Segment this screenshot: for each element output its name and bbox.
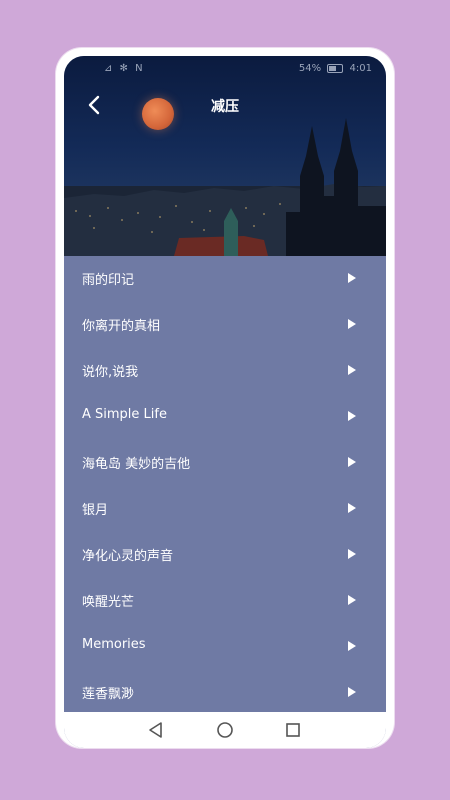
track-item[interactable]: 莲香飘渺 bbox=[64, 670, 386, 716]
nav-recent-apps-icon[interactable] bbox=[283, 720, 303, 740]
battery-icon bbox=[327, 63, 344, 73]
track-label: 银月 bbox=[82, 503, 109, 518]
status-bar: ⊿ ✻ N 54% 4:01 bbox=[64, 56, 386, 80]
play-icon bbox=[348, 319, 356, 329]
track-label: 你离开的真相 bbox=[82, 319, 161, 334]
play-icon bbox=[348, 641, 356, 651]
track-item[interactable]: A Simple Life bbox=[64, 394, 386, 440]
play-icon bbox=[348, 457, 356, 467]
track-list: 雨的印记 你离开的真相 说你,说我 A Simple Life 海龟岛 美妙的吉… bbox=[64, 256, 386, 712]
nav-home-icon[interactable] bbox=[215, 720, 235, 740]
screen: ⊿ ✻ N 54% 4:01 减压 雨的印记 你离开的真相 说你,说我 A Si… bbox=[64, 56, 386, 748]
play-icon bbox=[348, 549, 356, 559]
header-image: ⊿ ✻ N 54% 4:01 减压 bbox=[64, 56, 386, 256]
city-skyline-image bbox=[64, 118, 386, 256]
track-item[interactable]: 说你,说我 bbox=[64, 348, 386, 394]
track-label: 海龟岛 美妙的吉他 bbox=[82, 457, 191, 472]
play-icon bbox=[348, 687, 356, 697]
clock: 4:01 bbox=[349, 63, 372, 74]
track-label: 说你,说我 bbox=[82, 365, 139, 380]
track-label: 莲香飘渺 bbox=[82, 687, 135, 702]
track-item[interactable]: 唤醒光芒 bbox=[64, 578, 386, 624]
play-icon bbox=[348, 503, 356, 513]
battery-percent: 54% bbox=[298, 63, 322, 74]
track-label: 净化心灵的声音 bbox=[82, 549, 174, 564]
track-label: 唤醒光芒 bbox=[82, 595, 135, 610]
nav-back-icon[interactable] bbox=[146, 720, 166, 740]
page-title: 减压 bbox=[211, 99, 239, 115]
system-nav-bar bbox=[64, 712, 386, 748]
status-right: 54% 4:01 bbox=[299, 63, 372, 74]
track-item[interactable]: 银月 bbox=[64, 486, 386, 532]
track-item[interactable]: 你离开的真相 bbox=[64, 302, 386, 348]
track-item[interactable]: Memories bbox=[64, 624, 386, 670]
play-icon bbox=[348, 365, 356, 375]
status-icons: ⊿ ✻ N bbox=[104, 63, 145, 74]
track-item[interactable]: 海龟岛 美妙的吉他 bbox=[64, 440, 386, 486]
track-item[interactable]: 净化心灵的声音 bbox=[64, 532, 386, 578]
track-label: A Simple Life bbox=[82, 407, 167, 422]
track-item[interactable]: 雨的印记 bbox=[64, 256, 386, 302]
play-icon bbox=[348, 411, 356, 421]
track-label: Memories bbox=[82, 637, 146, 652]
play-icon bbox=[348, 273, 356, 283]
play-icon bbox=[348, 595, 356, 605]
track-label: 雨的印记 bbox=[82, 273, 135, 288]
